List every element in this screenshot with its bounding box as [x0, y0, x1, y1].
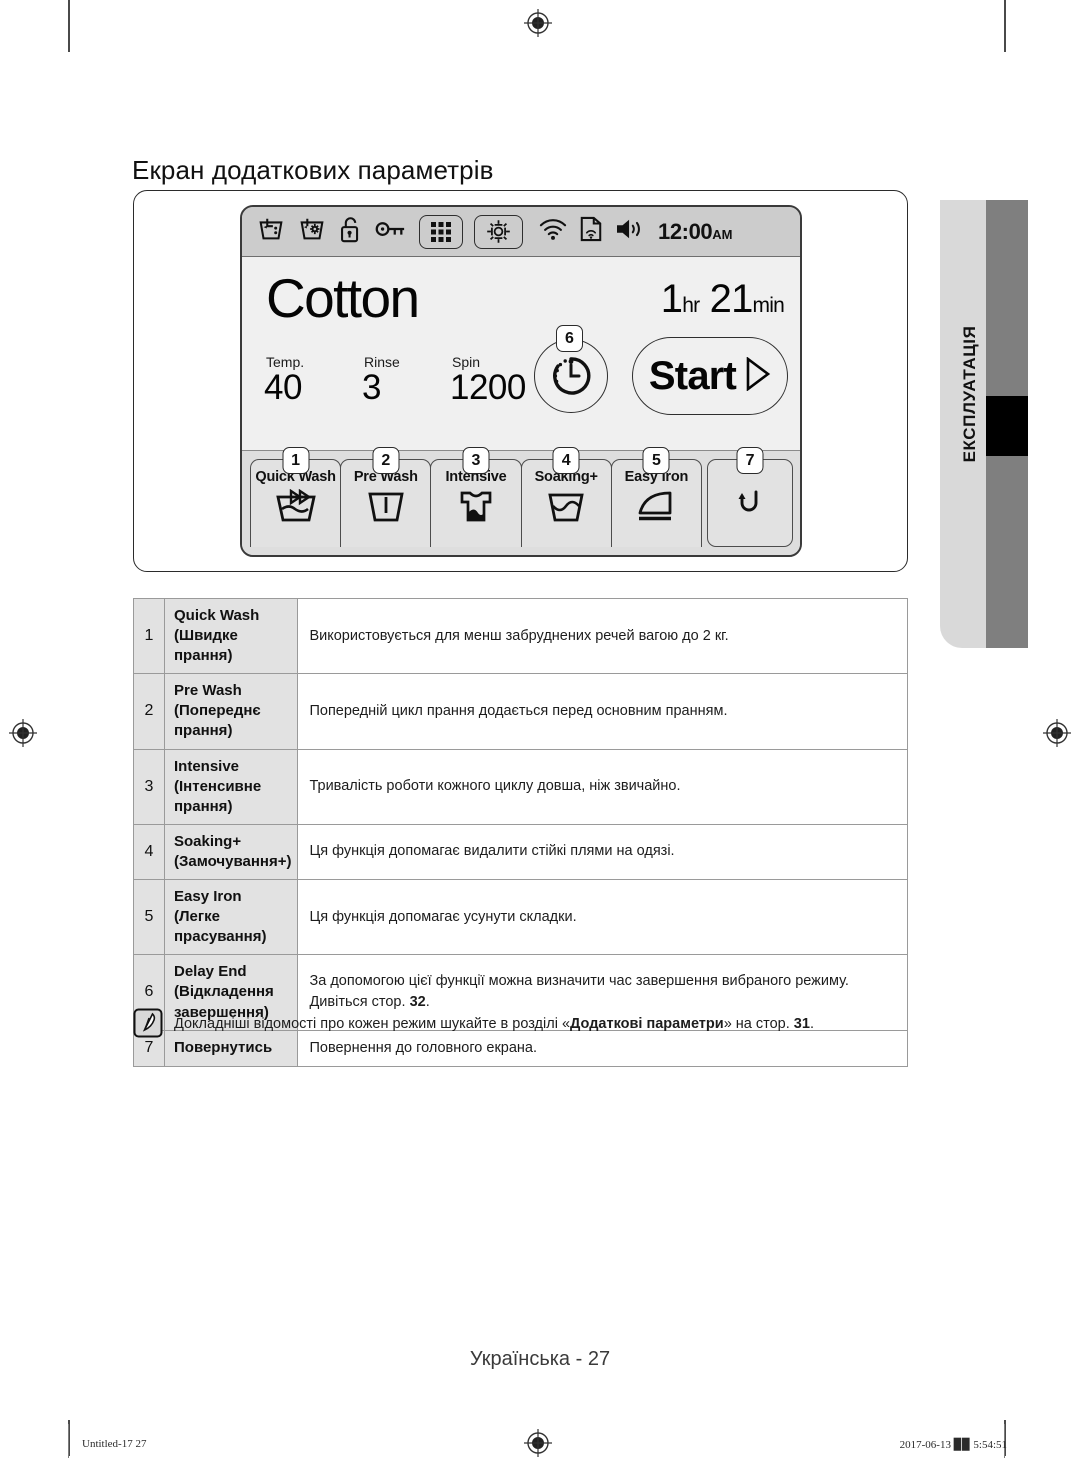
print-footer-rule-left: [68, 1424, 69, 1458]
side-tab-label: ЕКСПЛУАТАЦІЯ: [960, 325, 979, 463]
note-text-post: .: [809, 1016, 814, 1032]
side-chapter-tab: ЕКСПЛУАТАЦІЯ: [940, 200, 1028, 648]
desc-pre: За допомогою цієї функції можна визначит…: [309, 973, 849, 1011]
row-description: Попередній цикл прання додається перед о…: [297, 673, 908, 750]
note-text-mid: » на стор.: [723, 1016, 794, 1032]
display-status-bar: 12:00AM: [242, 207, 800, 257]
settings-gear-icon[interactable]: [474, 214, 523, 249]
option-pre-wash[interactable]: 2 Pre Wash: [340, 447, 432, 547]
crop-mark-top-left: [68, 0, 70, 52]
volume-icon: [614, 216, 646, 247]
soaking-basin-icon: [544, 489, 588, 528]
callout-badge-4: 4: [552, 447, 580, 474]
option-intensive[interactable]: 3 Intensive: [430, 447, 522, 547]
row-name: Easy Iron (Легке прасування): [163, 879, 299, 956]
key-icon: [374, 214, 408, 249]
detergent-dispenser-icon: [256, 214, 286, 249]
row-description: Ця функція допомагає усунути складки.: [297, 879, 908, 956]
grid-menu-icon[interactable]: [419, 214, 463, 249]
time-minutes: 21: [709, 277, 754, 321]
table-row: 3 Intensive (Інтенсивне прання) Триваліс…: [133, 748, 908, 825]
easy-iron-icon: [634, 489, 678, 528]
child-lock-open-icon: [338, 214, 363, 249]
back-arrow-icon: [732, 485, 768, 526]
option-quick-wash[interactable]: 1 Quick Wash: [250, 447, 342, 547]
illustration-frame: 12:00AM Cotton 1hr 21min Temp. 40 Rinse: [133, 190, 908, 572]
options-description-table: 1 Quick Wash (Швидке прання) Використову…: [133, 597, 908, 1067]
row-name: Quick Wash (Швидке прання): [163, 597, 299, 675]
play-triangle-icon: [745, 355, 771, 396]
clock-ampm: AM: [712, 226, 733, 242]
display-main-area: Cotton 1hr 21min Temp. 40 Rinse 3 Spin 1…: [242, 257, 800, 451]
row-name: Pre Wash (Попереднє прання): [163, 673, 299, 750]
table-row: 4 Soaking+ (Замочування+) Ця функція доп…: [133, 823, 908, 881]
row-number: 3: [133, 748, 165, 825]
option-easy-iron[interactable]: 5 Easy Iron: [610, 447, 703, 547]
time-minutes-unit: min: [752, 294, 785, 317]
pre-wash-icon: [364, 489, 408, 528]
time-hours-unit: hr: [682, 294, 700, 317]
row-number: 5: [133, 879, 165, 956]
cycle-name: Cotton: [266, 267, 420, 329]
table-row: 1 Quick Wash (Швидке прання) Використову…: [133, 597, 908, 675]
softener-dispenser-icon: [297, 214, 327, 249]
page-footer-language: Українська - 27: [469, 1348, 611, 1370]
param-rinse-value: 3: [362, 368, 381, 408]
time-hours: 1: [660, 277, 683, 321]
table-row: 2 Pre Wash (Попереднє прання) Попередній…: [133, 673, 908, 750]
callout-badge-1: 1: [282, 447, 310, 474]
param-rinse[interactable]: Rinse 3: [362, 354, 424, 408]
table-row: 5 Easy Iron (Легке прасування) Ця функці…: [133, 879, 908, 956]
page-title: Екран додаткових параметрів: [132, 155, 494, 186]
registration-mark-left: [8, 718, 38, 748]
note-text-pre: Докладніші відомості про кожен режим шук…: [174, 1016, 571, 1032]
callout-badge-5: 5: [642, 447, 670, 474]
time-remaining: 1hr 21min: [660, 277, 785, 321]
note-pen-icon: [133, 1008, 163, 1043]
option-back[interactable]: 7: [707, 447, 794, 547]
callout-badge-2: 2: [372, 447, 400, 474]
option-soaking-plus[interactable]: 4 Soaking+: [520, 447, 612, 547]
print-footer-right: 2017-06-13 ▉▉ 5:54:51: [899, 1439, 1007, 1451]
callout-badge-7: 7: [736, 447, 764, 474]
delay-end-button[interactable]: 6: [534, 325, 608, 413]
start-button[interactable]: Start: [632, 337, 788, 415]
callout-badge-3: 3: [462, 447, 490, 474]
row-description: Використовується для менш забруднених ре…: [297, 597, 908, 675]
smart-control-icon: [579, 215, 603, 248]
row-description: Ця функція допомагає видалити стійкі пля…: [297, 823, 908, 881]
registration-mark-right: [1042, 718, 1072, 748]
param-temp-value: 40: [264, 368, 302, 408]
note-block: Докладніші відомості про кожен режим шук…: [133, 1008, 923, 1043]
display-options-row: 1 Quick Wash 2 Pre Wash 3 Intensive 4 So…: [242, 447, 800, 555]
start-button-label: Start: [648, 353, 737, 398]
quick-wash-icon: [273, 488, 319, 528]
clock-time: 12:00: [658, 218, 713, 244]
crop-mark-top-right: [1004, 0, 1006, 52]
wifi-icon: [538, 216, 568, 247]
row-name: Soaking+ (Замочування+): [163, 823, 299, 881]
manual-page: Екран додаткових параметрів 12:00AM Cott…: [0, 0, 1080, 1472]
row-number: 4: [133, 823, 165, 881]
row-name: Intensive (Інтенсивне прання): [163, 748, 299, 825]
registration-mark-top: [523, 8, 553, 38]
side-tab-chapter-marker: [986, 396, 1028, 456]
note-text: Докладніші відомості про кожен режим шук…: [174, 1008, 814, 1034]
row-number: 2: [133, 673, 165, 750]
intensive-tshirt-icon: [454, 489, 498, 528]
row-description: Тривалість роботи кожного циклу довша, н…: [297, 748, 908, 825]
note-page-ref: 31: [793, 1016, 810, 1032]
registration-mark-bottom: [523, 1428, 553, 1458]
washer-display-panel: 12:00AM Cotton 1hr 21min Temp. 40 Rinse: [240, 205, 802, 557]
callout-badge-6: 6: [556, 325, 583, 352]
row-number: 1: [133, 597, 165, 675]
status-clock: 12:00AM: [658, 219, 733, 245]
param-temp[interactable]: Temp. 40: [264, 354, 336, 408]
print-footer-left: Untitled-17 27: [82, 1438, 147, 1450]
note-text-bold: Додаткові параметри: [570, 1016, 724, 1032]
